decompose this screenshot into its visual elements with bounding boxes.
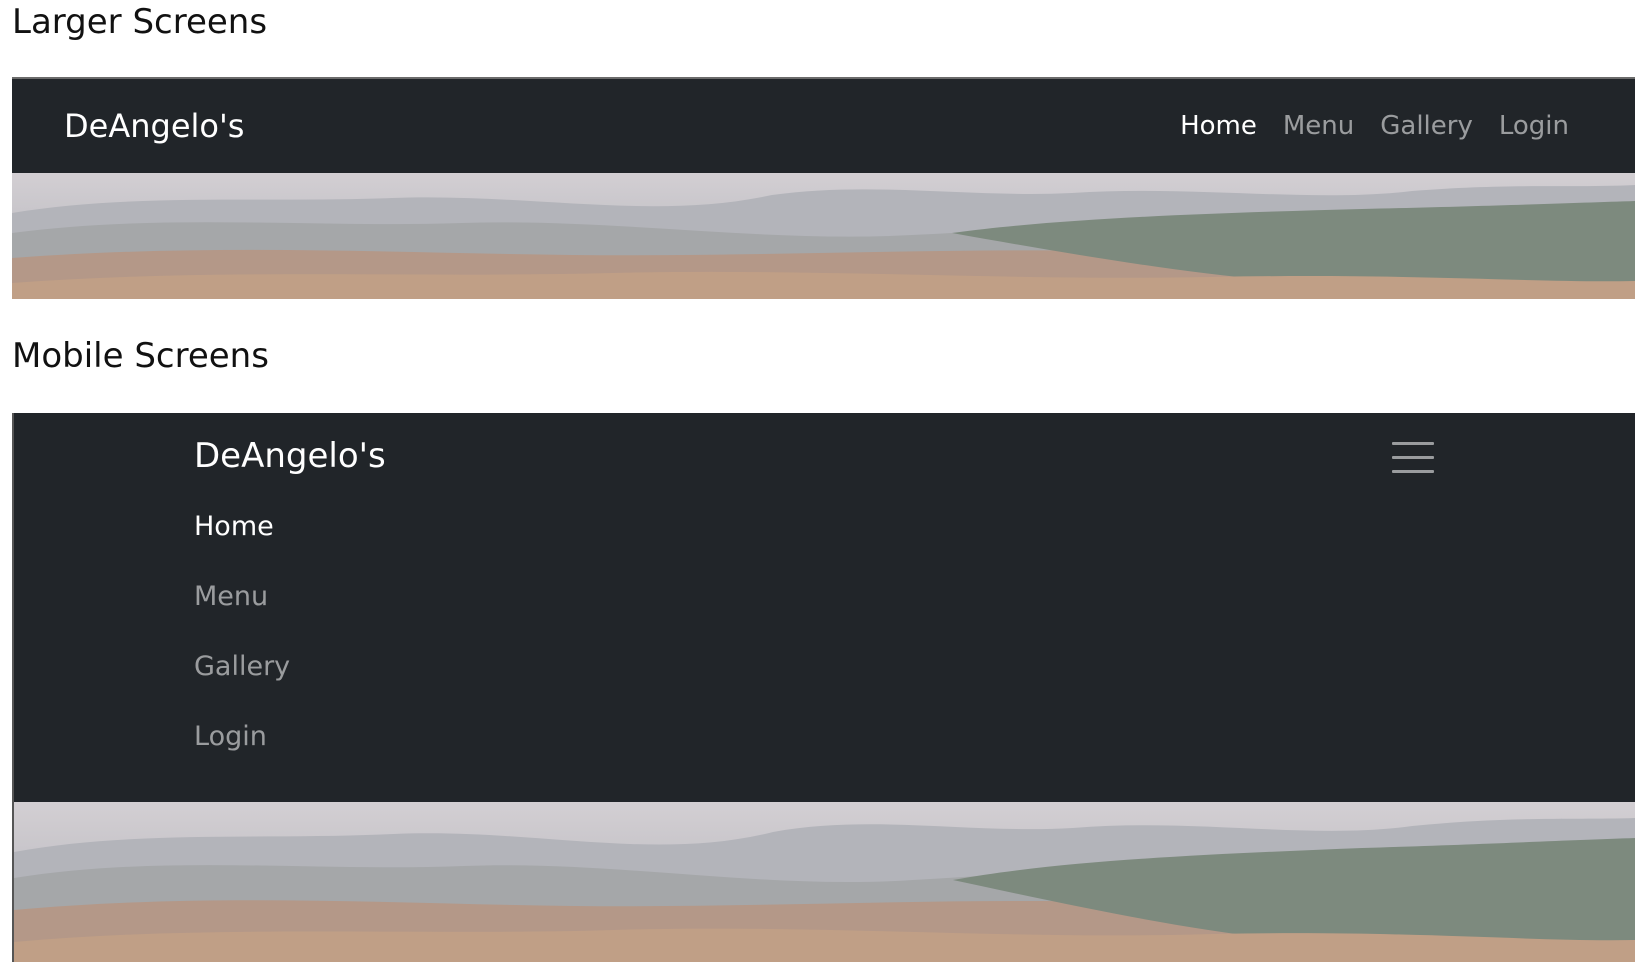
hamburger-bar [1392, 470, 1434, 473]
hero-landscape-image [14, 802, 1635, 962]
nav-link-gallery[interactable]: Gallery [1380, 109, 1473, 143]
nav-link-gallery[interactable]: Gallery [194, 649, 290, 685]
hamburger-menu-icon[interactable] [1392, 439, 1436, 475]
navbar: DeAngelo's Home Menu Gallery Login [12, 79, 1635, 173]
nav-links: Home Menu Gallery Login [1180, 109, 1569, 143]
section-title-mobile-screens: Mobile Screens [12, 336, 269, 376]
mobile-nav-links: Home Menu Gallery Login [194, 509, 290, 789]
hamburger-bar [1392, 442, 1434, 445]
large-screen-demo: DeAngelo's Home Menu Gallery Login [12, 77, 1635, 299]
navbar-expanded: DeAngelo's Home Menu Gallery Login [14, 413, 1635, 802]
mobile-screen-demo: DeAngelo's Home Menu Gallery Login [12, 413, 1635, 962]
hamburger-bar [1392, 456, 1434, 459]
nav-link-login[interactable]: Login [194, 719, 290, 755]
section-title-larger-screens: Larger Screens [12, 2, 268, 42]
nav-link-login[interactable]: Login [1499, 109, 1569, 143]
nav-link-home[interactable]: Home [1180, 109, 1257, 143]
nav-link-menu[interactable]: Menu [1283, 109, 1354, 143]
navbar-brand[interactable]: DeAngelo's [64, 106, 244, 146]
navbar-brand[interactable]: DeAngelo's [194, 435, 386, 477]
hero-landscape-image [12, 173, 1635, 299]
nav-link-menu[interactable]: Menu [194, 579, 290, 615]
nav-link-home[interactable]: Home [194, 509, 290, 545]
